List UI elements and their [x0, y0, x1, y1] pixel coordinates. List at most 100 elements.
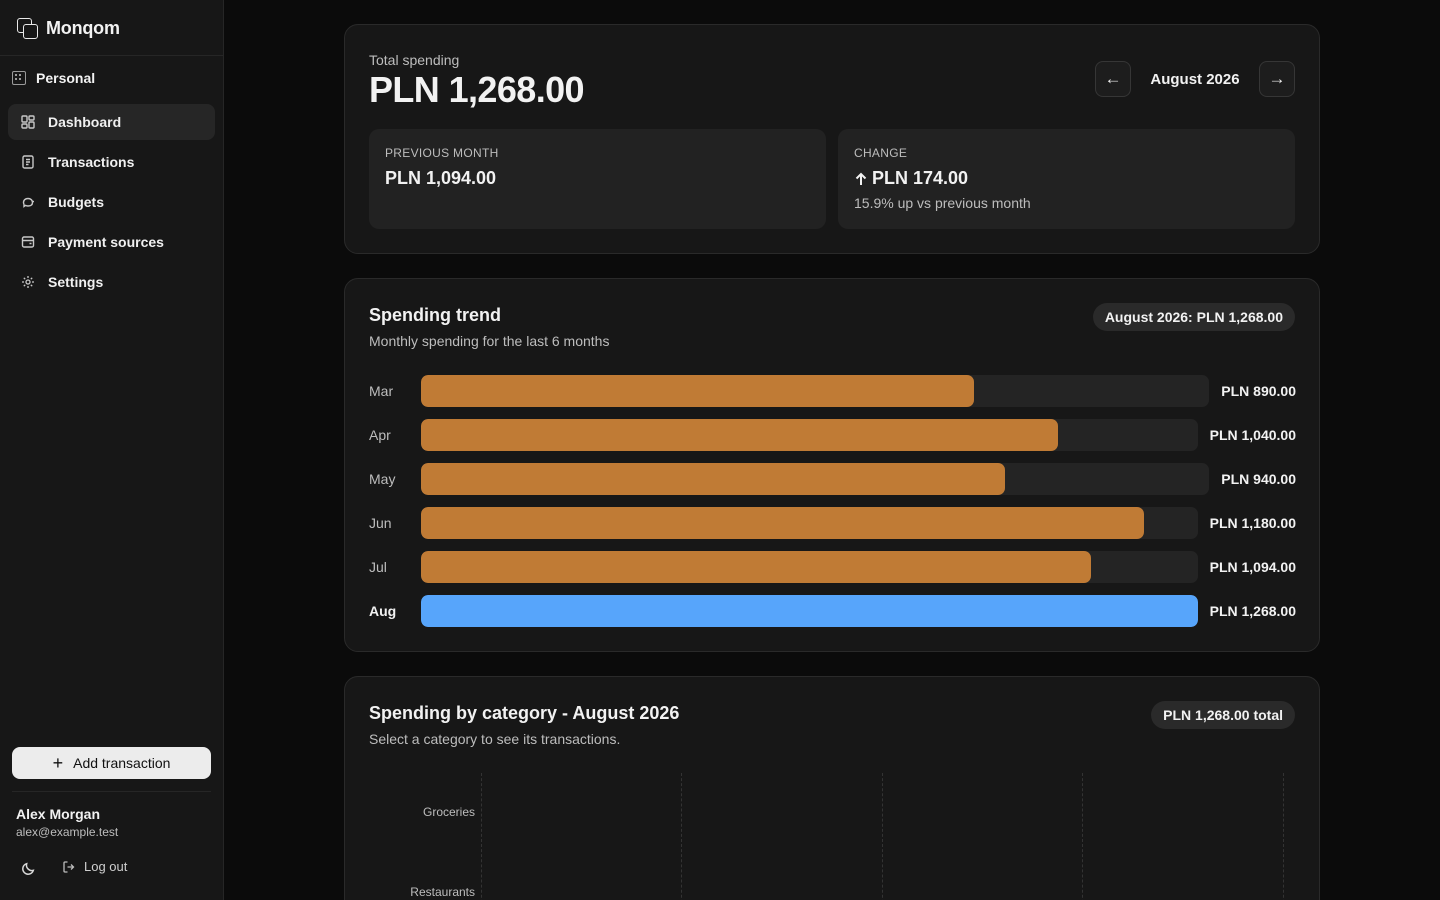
total-spending-label: Total spending [369, 52, 460, 68]
bar-month-label: Apr [369, 427, 391, 443]
total-spending-card: Total spending PLN 1,268.00 ← August 202… [344, 24, 1320, 254]
app-name: Monqom [46, 17, 120, 38]
add-transaction-label: Add transaction [73, 755, 171, 771]
sidebar-item-budgets[interactable]: Budgets [8, 184, 215, 220]
sidebar-item-label: Transactions [48, 154, 135, 170]
spending-by-category-card: Spending by category - August 2026 Selec… [344, 676, 1320, 900]
month-navigator: ← August 2026 → [1095, 61, 1295, 97]
card-subtitle: Monthly spending for the last 6 months [369, 333, 610, 349]
bar-row: Jun PLN 1,180.00 [369, 507, 1296, 539]
arrow-left-icon: ← [1104, 69, 1122, 88]
bar-month-label: Jun [369, 515, 392, 531]
bar-value-label: PLN 1,094.00 [1209, 559, 1296, 575]
logout-label: Log out [84, 859, 128, 874]
bar-row: Jul PLN 1,094.00 [369, 551, 1296, 583]
grid-line [882, 773, 883, 900]
bar-value-label: PLN 940.00 [1221, 471, 1296, 487]
card-title: Spending by category - August 2026 [369, 703, 680, 723]
category-chart: Groceries Restaurants [345, 773, 1321, 900]
category-label-restaurants[interactable]: Restaurants [410, 885, 475, 899]
workspace-selector[interactable]: Personal [12, 68, 95, 88]
gear-icon [21, 275, 35, 289]
add-transaction-button[interactable]: + Add transaction [12, 747, 211, 779]
bar-row: Apr PLN 1,040.00 [369, 419, 1296, 451]
bar-month-label: Jul [369, 559, 387, 575]
divider [0, 55, 224, 56]
bar-mar [421, 375, 975, 407]
bar-row: May PLN 940.00 [369, 463, 1296, 495]
bar-value-label: PLN 1,040.00 [1209, 427, 1296, 443]
dashboard-icon [21, 115, 35, 129]
bar-track [421, 595, 1198, 627]
bar-track [421, 375, 1210, 407]
bar-track [421, 419, 1198, 451]
current-month-badge: August 2026: PLN 1,268.00 [1092, 303, 1295, 331]
brand[interactable]: Monqom [16, 16, 120, 40]
bar-month-label: Mar [369, 383, 394, 399]
bar-jul [421, 551, 1092, 583]
theme-toggle-button[interactable] [20, 860, 36, 876]
change-note: 15.9% up vs previous month [854, 195, 1031, 211]
grid-line [1283, 773, 1284, 900]
sidebar-item-label: Settings [48, 274, 104, 290]
bar-value-label: PLN 1,180.00 [1209, 515, 1296, 531]
grid-line [1082, 773, 1083, 900]
logout-icon [63, 860, 75, 873]
current-month-label: August 2026 [1150, 70, 1240, 88]
stat-label: CHANGE [854, 146, 908, 160]
bar-may [421, 463, 1006, 495]
user-email: alex@example.test [16, 825, 119, 839]
plus-icon: + [52, 753, 64, 773]
arrow-up-icon [855, 172, 867, 185]
divider [12, 791, 211, 792]
sidebar-item-label: Dashboard [48, 114, 122, 130]
sidebar: Monqom Personal Dashboard Transactions B… [0, 0, 224, 900]
bar-track [421, 551, 1198, 583]
bar-track [421, 507, 1198, 539]
card-subtitle: Select a category to see its transaction… [369, 731, 621, 747]
sidebar-item-transactions[interactable]: Transactions [8, 144, 215, 180]
stat-label: PREVIOUS MONTH [385, 146, 499, 160]
bar-aug [421, 595, 1198, 627]
bar-row: Aug PLN 1,268.00 [369, 595, 1296, 627]
sidebar-item-label: Payment sources [48, 234, 164, 250]
bar-value-label: PLN 890.00 [1221, 383, 1296, 399]
grid-line [681, 773, 682, 900]
bar-month-label: Aug [369, 603, 397, 619]
sidebar-item-label: Budgets [48, 194, 104, 210]
arrow-right-icon: → [1268, 69, 1286, 88]
spending-trend-card: Spending trend Monthly spending for the … [344, 278, 1320, 652]
change-value: PLN 174.00 [872, 168, 969, 188]
moon-icon [21, 862, 34, 875]
sidebar-item-settings[interactable]: Settings [8, 264, 215, 300]
card-title: Spending trend [369, 305, 501, 325]
workspace-name: Personal [36, 70, 96, 86]
previous-month-stat: PREVIOUS MONTH PLN 1,094.00 [369, 129, 826, 229]
grid-line [481, 773, 482, 900]
bar-jun [421, 507, 1144, 539]
category-label-groceries[interactable]: Groceries [423, 805, 475, 819]
category-total-badge: PLN 1,268.00 total [1151, 701, 1295, 729]
stat-value: PLN 1,094.00 [385, 168, 497, 188]
logo-icon [16, 17, 38, 39]
bar-apr [421, 419, 1058, 451]
user-name: Alex Morgan [16, 806, 101, 822]
logout-button[interactable]: Log out [62, 859, 127, 874]
stat-value-row: PLN 174.00 [854, 168, 968, 189]
receipt-icon [21, 155, 35, 169]
bar-track [421, 463, 1210, 495]
sidebar-item-dashboard[interactable]: Dashboard [8, 104, 215, 140]
bar-row: Mar PLN 890.00 [369, 375, 1296, 407]
next-month-button[interactable]: → [1259, 61, 1295, 97]
building-icon [12, 71, 26, 85]
total-spending-amount: PLN 1,268.00 [369, 69, 585, 110]
bar-value-label: PLN 1,268.00 [1209, 603, 1296, 619]
piggy-bank-icon [21, 195, 35, 209]
bar-month-label: May [369, 471, 396, 487]
previous-month-button[interactable]: ← [1095, 61, 1131, 97]
wallet-icon [21, 235, 35, 249]
change-stat: CHANGE PLN 174.00 15.9% up vs previous m… [838, 129, 1295, 229]
sidebar-nav: Dashboard Transactions Budgets Payment s… [8, 104, 215, 304]
sidebar-item-payment-sources[interactable]: Payment sources [8, 224, 215, 260]
trend-bar-chart: Mar PLN 890.00 Apr PLN 1,040.00 May PLN 940.0… [369, 375, 1296, 639]
